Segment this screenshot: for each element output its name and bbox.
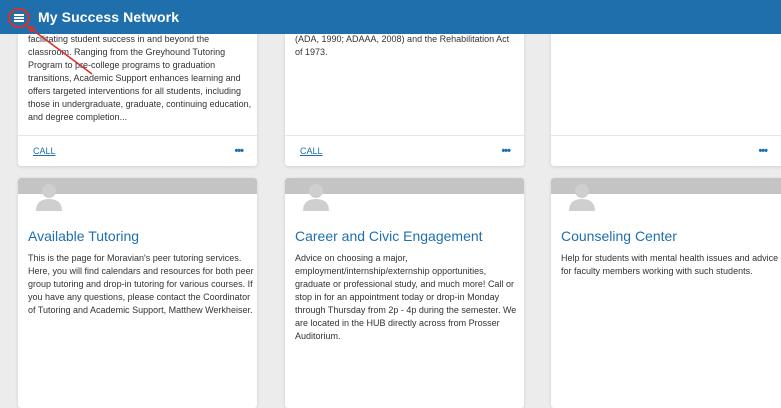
card-description: Advice on choosing a major, employment/i… <box>295 253 517 341</box>
more-dots-icon[interactable]: ••• <box>234 146 244 157</box>
person-avatar-icon <box>569 184 595 211</box>
card-career-civic-engagement: Career and Civic Engagement Advice on ch… <box>285 178 524 408</box>
card-title[interactable]: Counseling Center <box>561 228 677 244</box>
more-dots-icon[interactable]: ••• <box>758 146 768 157</box>
card-description: (ADA, 1990; ADAAA, 2008) and the Rehabil… <box>295 34 510 57</box>
call-link[interactable]: CALL <box>300 146 323 156</box>
person-avatar-icon <box>36 184 62 211</box>
card-description: Help for students with mental health iss… <box>561 253 779 276</box>
hamburger-menu-icon <box>14 14 24 22</box>
card-description: This is the page for Moravian's peer tut… <box>28 253 254 315</box>
card-title[interactable]: Available Tutoring <box>28 228 139 244</box>
card-counseling-center: Counseling Center Help for students with… <box>551 178 781 408</box>
card-available-tutoring: Available Tutoring This is the page for … <box>18 178 257 408</box>
card-description: facilitating student success in and beyo… <box>28 34 252 122</box>
card-footer: CALL ••• <box>18 135 257 166</box>
more-dots-icon[interactable]: ••• <box>501 146 511 157</box>
app-title: My Success Network <box>38 9 180 25</box>
top-card-third: ••• <box>551 20 781 166</box>
app-header: My Success Network <box>0 0 781 34</box>
call-link[interactable]: CALL <box>33 146 56 156</box>
person-avatar-icon <box>303 184 329 211</box>
top-card-disability-services: (ADA, 1990; ADAAA, 2008) and the Rehabil… <box>285 20 524 166</box>
card-footer: ••• <box>551 135 781 166</box>
card-footer: CALL ••• <box>285 135 524 166</box>
card-title[interactable]: Career and Civic Engagement <box>295 228 483 244</box>
top-card-academic-support: facilitating student success in and beyo… <box>18 20 257 166</box>
menu-button[interactable] <box>8 8 30 28</box>
